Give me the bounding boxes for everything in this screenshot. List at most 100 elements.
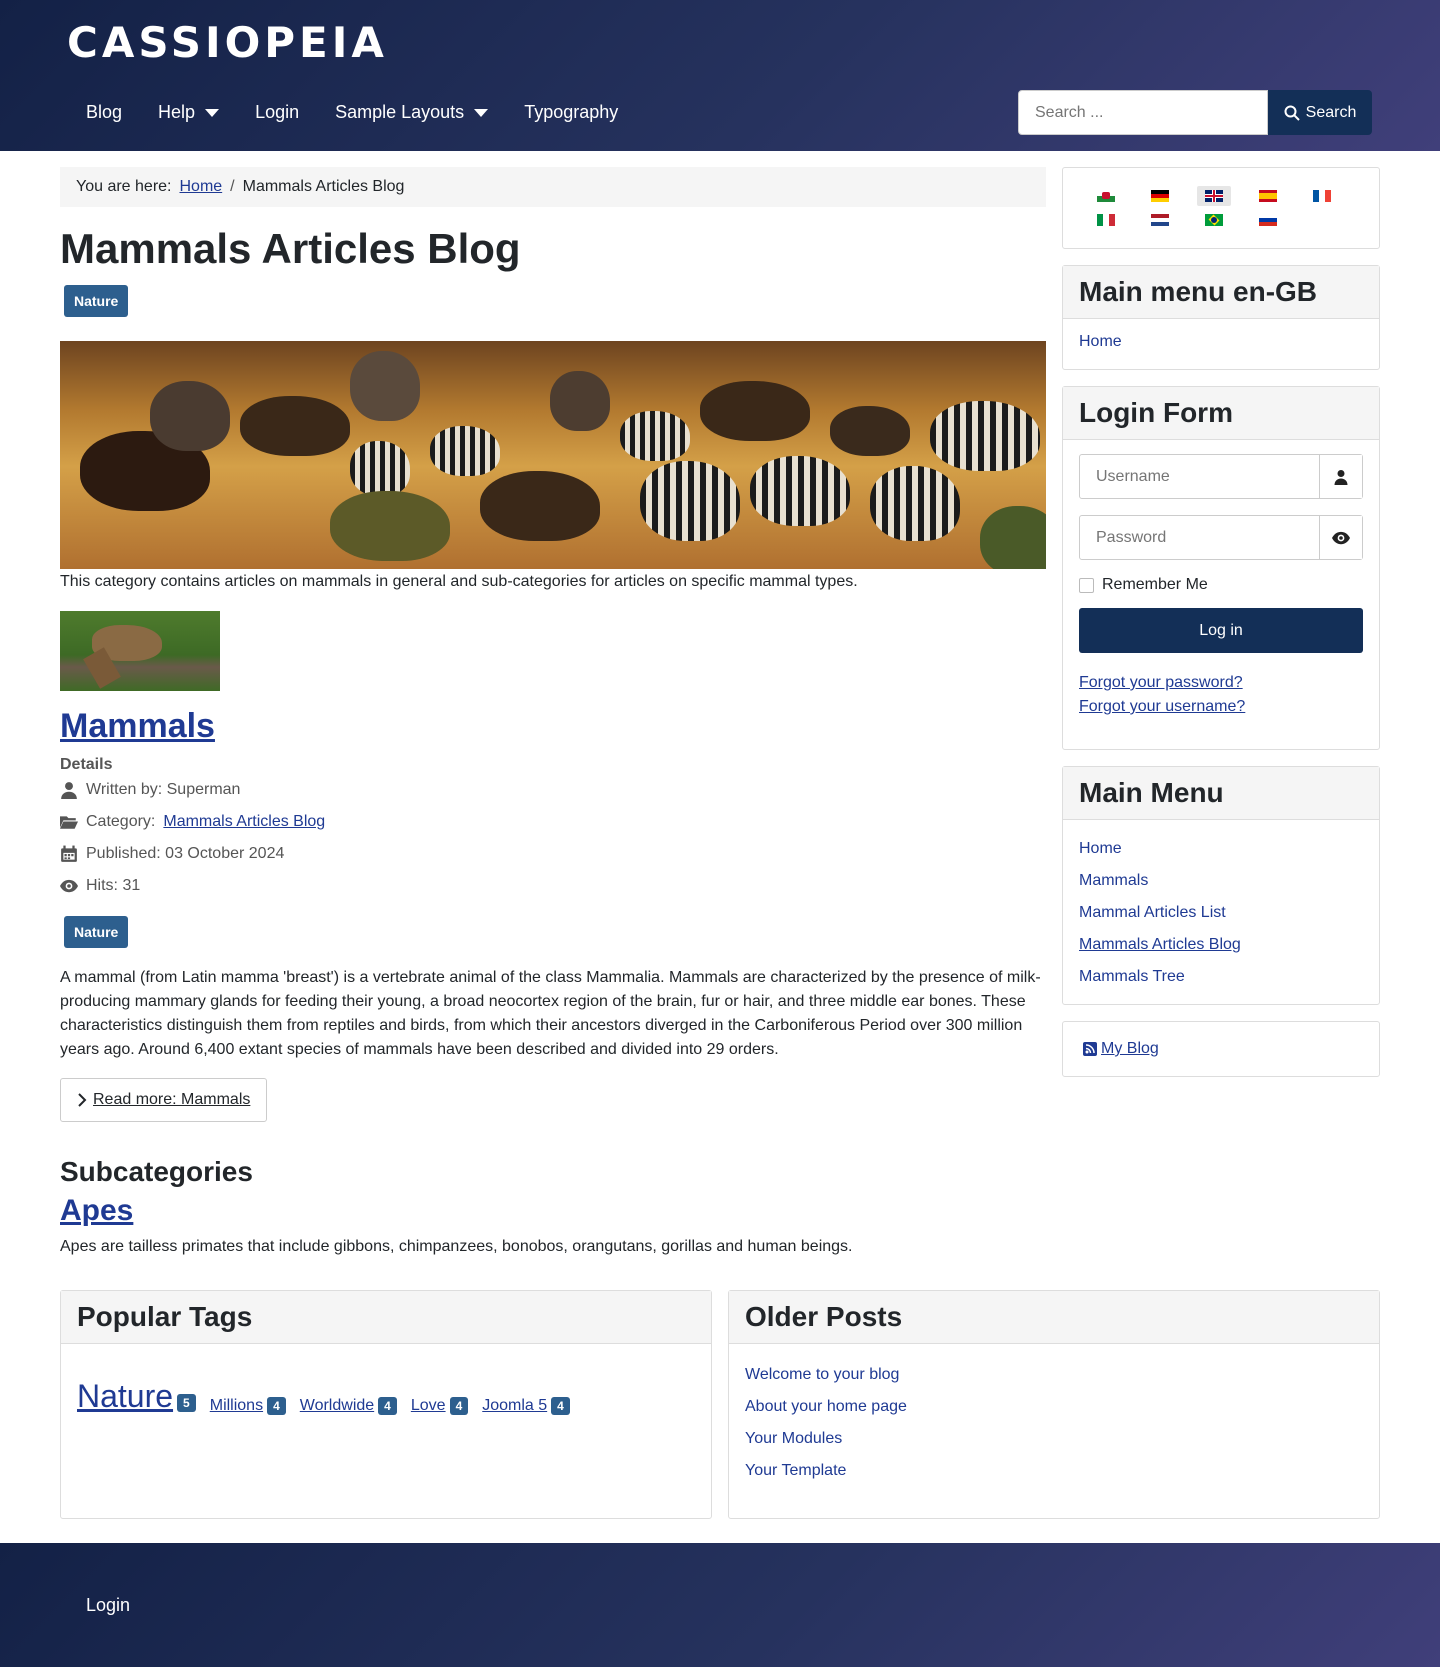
login-form-module: Login Form Remember Me Log in Forgot you… xyxy=(1062,386,1380,750)
nav-label: Help xyxy=(158,102,196,122)
breadcrumb-current: Mammals Articles Blog xyxy=(242,178,405,195)
subcategory-item: Apes Apes are tailless primates that inc… xyxy=(60,1194,1046,1256)
breadcrumb: You are here: Home / Mammals Articles Bl… xyxy=(60,167,1046,207)
nav-item-login[interactable]: Login xyxy=(237,96,317,129)
older-post-link[interactable]: About your home page xyxy=(745,1398,1363,1416)
rss-icon xyxy=(1083,1042,1097,1056)
flag-nl-icon[interactable] xyxy=(1143,210,1177,230)
menu-item-mammals-articles-blog[interactable]: Mammals Articles Blog xyxy=(1079,936,1363,954)
search-button-label: Search xyxy=(1305,103,1357,121)
subcategory-title-link[interactable]: Apes xyxy=(60,1194,133,1227)
tag-link-love[interactable]: Love xyxy=(411,1397,446,1414)
tag-cloud-item: Love 4 xyxy=(411,1396,469,1415)
subcategories-heading: Subcategories xyxy=(60,1156,253,1187)
page-title: Mammals Articles Blog xyxy=(60,225,521,272)
flag-cy-icon[interactable] xyxy=(1089,186,1123,206)
tag-link-nature[interactable]: Nature xyxy=(77,1378,173,1414)
meta-category: Category: Mammals Articles Blog xyxy=(60,806,1046,838)
flag-es-icon[interactable] xyxy=(1251,186,1285,206)
article-tag-badge[interactable]: Nature xyxy=(64,916,129,948)
tag-cloud-item: Joomla 54 xyxy=(482,1396,570,1415)
caret-down-icon xyxy=(474,108,489,117)
meta-category-prefix: Category: xyxy=(86,813,156,830)
flag-de-icon[interactable] xyxy=(1143,186,1177,206)
eye-icon xyxy=(1332,531,1350,544)
article-title-link[interactable]: Mammals xyxy=(60,707,215,745)
flag-it-icon[interactable] xyxy=(1089,210,1123,230)
tag-count-badge: 4 xyxy=(378,1396,397,1415)
site-brand[interactable]: CASSIOPEIA xyxy=(67,18,388,67)
forgot-username-link[interactable]: Forgot your username? xyxy=(1079,695,1363,719)
nav-item-blog[interactable]: Blog xyxy=(68,96,140,129)
tag-cloud-item: Nature 5 xyxy=(77,1378,196,1415)
meta-hits-text: Hits: 31 xyxy=(86,877,141,894)
category-hero-image xyxy=(60,341,1046,569)
remember-me-label: Remember Me xyxy=(1102,576,1208,593)
nav-label: Blog xyxy=(86,102,123,122)
search-input[interactable] xyxy=(1018,90,1268,135)
category-tag-badge[interactable]: Nature xyxy=(64,285,129,317)
breadcrumb-separator: / xyxy=(230,178,235,195)
caret-down-icon xyxy=(205,108,220,117)
tag-count-badge: 4 xyxy=(449,1396,469,1415)
remember-me-checkbox[interactable] xyxy=(1079,577,1094,593)
tag-count-badge: 4 xyxy=(267,1396,286,1415)
older-post-link[interactable]: Your Modules xyxy=(745,1430,1363,1448)
tag-link-worldwide[interactable]: Worldwide xyxy=(300,1397,374,1414)
breadcrumb-prefix: You are here: xyxy=(76,178,172,195)
module-title: Main menu en-GB xyxy=(1063,266,1379,319)
search-form: Search xyxy=(1018,90,1372,135)
main-content: You are here: Home / Mammals Articles Bl… xyxy=(60,167,1046,1256)
meta-hits: Hits: 31 xyxy=(60,870,1046,902)
password-field[interactable] xyxy=(1080,516,1319,559)
my-blog-feed-link[interactable]: My Blog xyxy=(1101,1040,1159,1058)
module-title: Popular Tags xyxy=(61,1291,711,1344)
nav-label: Typography xyxy=(524,102,619,122)
article-title: Mammals xyxy=(60,707,1046,746)
search-button[interactable]: Search xyxy=(1268,90,1372,135)
username-field[interactable] xyxy=(1080,455,1319,498)
forgot-password-link[interactable]: Forgot your password? xyxy=(1079,671,1363,695)
module-title: Older Posts xyxy=(729,1291,1379,1344)
flag-ru-icon[interactable] xyxy=(1251,210,1285,230)
older-post-link[interactable]: Welcome to your blog xyxy=(745,1366,1363,1384)
details-label: Details xyxy=(60,756,113,773)
meta-author-text: Written by: Superman xyxy=(86,781,241,798)
chevron-right-icon xyxy=(78,1093,87,1107)
menu-item-home[interactable]: Home xyxy=(1079,840,1363,858)
menu-item-home[interactable]: Home xyxy=(1079,333,1363,351)
module-title: Main Menu xyxy=(1063,767,1379,820)
show-password-button[interactable] xyxy=(1319,516,1362,559)
main-menu-module: Main Menu Home Mammals Mammal Articles L… xyxy=(1062,766,1380,1005)
nav-item-typography[interactable]: Typography xyxy=(506,96,636,129)
nav-item-help[interactable]: Help xyxy=(140,96,237,129)
breadcrumb-home-link[interactable]: Home xyxy=(179,178,222,196)
meta-author: Written by: Superman xyxy=(60,774,1046,806)
menu-item-mammals-tree[interactable]: Mammals Tree xyxy=(1079,968,1363,986)
nav-label: Login xyxy=(255,102,300,122)
remember-me: Remember Me xyxy=(1079,576,1363,594)
flag-en-gb-icon[interactable] xyxy=(1197,186,1231,206)
user-icon xyxy=(1319,455,1362,498)
older-posts-module: Older Posts Welcome to your blog About y… xyxy=(728,1290,1380,1519)
sidebar: Main menu en-GB Home Login Form Remember… xyxy=(1062,167,1380,1093)
nav-label: Sample Layouts xyxy=(335,102,465,122)
older-post-link[interactable]: Your Template xyxy=(745,1462,1363,1480)
footer-login-link[interactable]: Login xyxy=(86,1595,130,1616)
menu-item-mammal-articles-list[interactable]: Mammal Articles List xyxy=(1079,904,1363,922)
article-thumbnail[interactable] xyxy=(60,611,220,691)
read-more-button[interactable]: Read more: Mammals xyxy=(60,1078,268,1122)
menu-item-mammals[interactable]: Mammals xyxy=(1079,872,1363,890)
tag-link-joomla-5[interactable]: Joomla 5 xyxy=(482,1397,547,1414)
log-in-button[interactable]: Log in xyxy=(1079,608,1363,653)
flag-pt-br-icon[interactable] xyxy=(1197,210,1231,230)
tag-link-millions[interactable]: Millions xyxy=(210,1397,263,1414)
meta-category-link[interactable]: Mammals Articles Blog xyxy=(163,813,325,831)
nav-item-sample-layouts[interactable]: Sample Layouts xyxy=(317,96,506,129)
calendar-icon xyxy=(61,845,77,862)
flag-fr-icon[interactable] xyxy=(1305,186,1339,206)
site-footer: Login xyxy=(0,1543,1440,1667)
tag-count-badge: 5 xyxy=(177,1393,196,1412)
user-icon xyxy=(61,782,77,799)
password-field-group xyxy=(1079,515,1363,560)
